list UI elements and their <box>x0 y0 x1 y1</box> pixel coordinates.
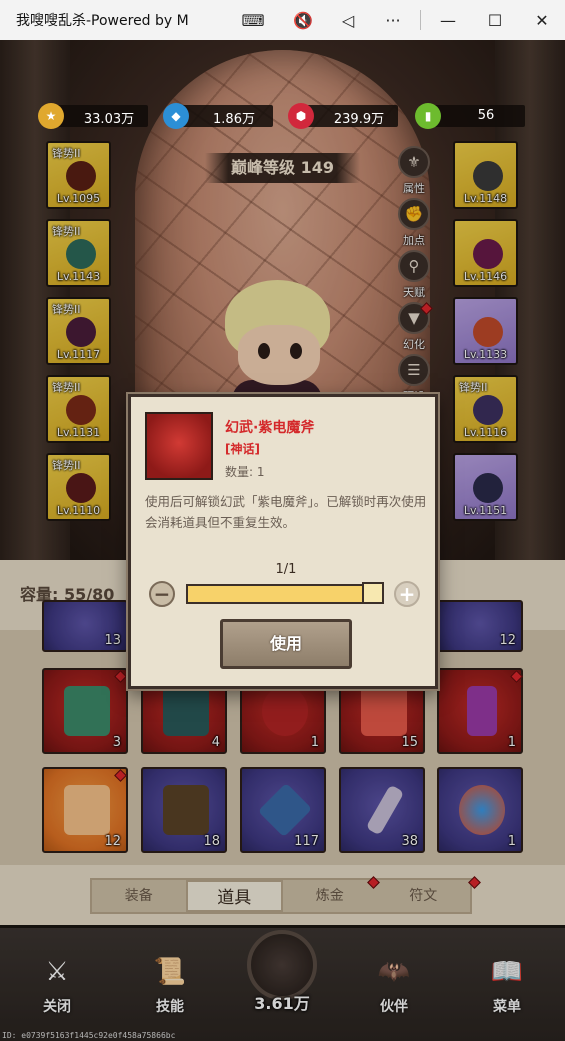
title-separator <box>420 10 421 30</box>
window-title-bar: 我嗖嗖乱杀-Powered by M ⌨ 🔇 ◁ ··· — ☐ ✕ <box>0 0 565 40</box>
gold-value: 33.03万 <box>83 112 135 127</box>
crystal-value: 1.86万 <box>213 112 255 127</box>
increase-button[interactable]: + <box>394 581 420 607</box>
green-ticket-icon: ▮ <box>415 103 441 129</box>
close-window-button[interactable]: ✕ <box>519 0 565 40</box>
quantity-slider[interactable] <box>186 582 384 604</box>
gem-value: 239.9万 <box>333 112 385 127</box>
blue-crystal-icon: ◆ <box>163 103 189 129</box>
slider-handle[interactable] <box>362 582 384 604</box>
item-description: 使用后可解锁幻武「紫电魔斧」。已解锁时再次使用会消耗道具但不重复生效。 <box>145 494 427 530</box>
currency-ticket: ▮ 56 <box>415 103 525 129</box>
item-rarity: [神话] <box>225 442 260 456</box>
window-title: 我嗖嗖乱杀-Powered by M <box>16 13 189 29</box>
mute-icon[interactable]: 🔇 <box>280 0 326 40</box>
purple-axe-icon <box>145 412 213 480</box>
back-icon[interactable]: ◁ <box>325 0 371 40</box>
item-use-dialog: 幻武·紫电魔斧 [神话] 数量: 1 使用后可解锁幻武「紫电魔斧」。已解锁时再次… <box>128 394 438 689</box>
keyboard-icon[interactable]: ⌨ <box>230 0 276 40</box>
ticket-value: 56 <box>477 108 495 123</box>
red-gem-icon: ⬢ <box>288 103 314 129</box>
use-button[interactable]: 使用 <box>220 619 352 669</box>
maximize-button[interactable]: ☐ <box>472 0 518 40</box>
currency-crystal: ◆ 1.86万 <box>163 103 273 129</box>
use-count: 1/1 <box>275 562 297 577</box>
slider-fill <box>188 586 380 602</box>
gold-coin-icon: ★ <box>38 103 64 129</box>
item-name: 幻武·紫电魔斧 <box>225 420 315 436</box>
decrease-button[interactable]: − <box>149 581 175 607</box>
currency-gold: ★ 33.03万 <box>38 103 148 129</box>
minimize-button[interactable]: — <box>425 0 471 40</box>
more-options-icon[interactable]: ··· <box>370 0 416 40</box>
currency-gem: ⬢ 239.9万 <box>288 103 398 129</box>
item-quantity: 数量: 1 <box>225 465 265 479</box>
